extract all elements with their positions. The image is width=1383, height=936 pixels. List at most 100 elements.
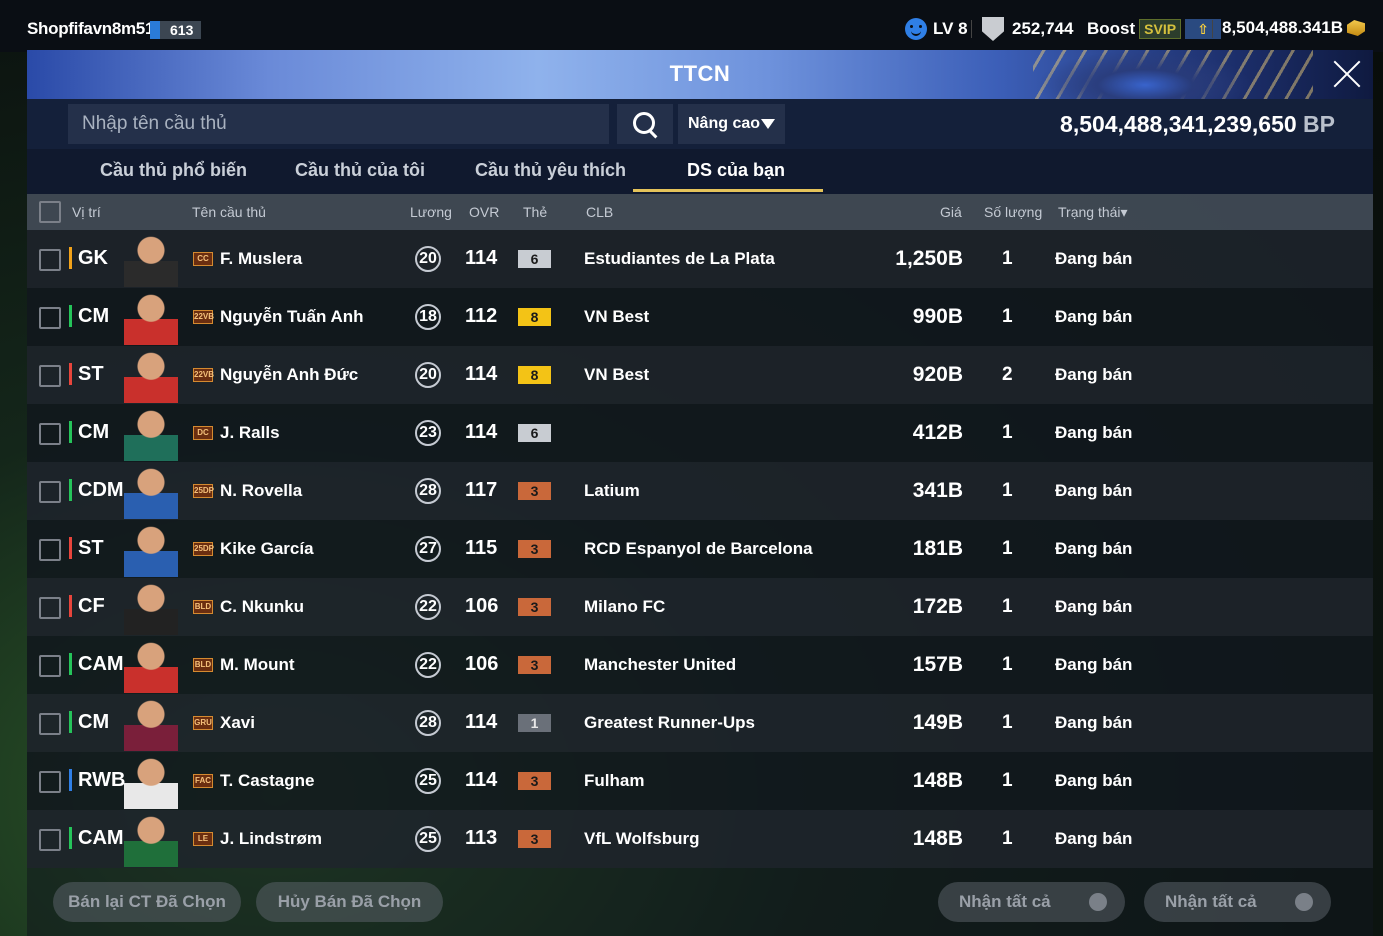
user-badge: 613 bbox=[150, 21, 202, 39]
player-ovr: 106 bbox=[465, 595, 499, 617]
tab-my-players[interactable]: Cầu thủ của tôi bbox=[295, 160, 425, 181]
player-avatar bbox=[124, 639, 178, 693]
player-name: Xavi bbox=[220, 713, 255, 732]
close-icon[interactable] bbox=[1331, 58, 1363, 90]
row-checkbox[interactable] bbox=[39, 771, 61, 793]
table-row[interactable]: CM 22VB Nguyễn Tuấn Anh 18 112 8 VN Best… bbox=[27, 288, 1373, 346]
col-ovr[interactable]: OVR bbox=[469, 204, 499, 220]
row-checkbox[interactable] bbox=[39, 829, 61, 851]
select-all-checkbox[interactable] bbox=[39, 201, 61, 223]
table-row[interactable]: CAM BLD M. Mount 22 106 3 Manchester Uni… bbox=[27, 636, 1373, 694]
row-checkbox[interactable] bbox=[39, 423, 61, 445]
player-price: 172B bbox=[912, 595, 963, 618]
col-quantity[interactable]: Số lượng bbox=[984, 204, 1042, 220]
player-name: Nguyễn Anh Đức bbox=[220, 365, 359, 384]
player-avatar bbox=[124, 755, 178, 809]
table-row[interactable]: CDM 25DP N. Rovella 28 117 3 Latium 341B… bbox=[27, 462, 1373, 520]
table-row[interactable]: GK CC F. Muslera 20 114 6 Estudiantes de… bbox=[27, 230, 1373, 288]
col-status[interactable]: Trạng thái▾ bbox=[1058, 204, 1128, 221]
player-position: CM bbox=[69, 305, 109, 327]
row-checkbox[interactable] bbox=[39, 597, 61, 619]
table-row[interactable]: CF BLD C. Nkunku 22 106 3 Milano FC 172B… bbox=[27, 578, 1373, 636]
season-badge: 25DP bbox=[193, 542, 214, 556]
player-quantity: 2 bbox=[1002, 364, 1013, 385]
col-price[interactable]: Giá bbox=[940, 204, 962, 220]
season-badge: GRU bbox=[193, 716, 213, 730]
player-name: J. Ralls bbox=[220, 423, 280, 442]
table-row[interactable]: ST 25DP Kike García 27 115 3 RCD Espanyo… bbox=[27, 520, 1373, 578]
bp-unit: BP bbox=[1303, 111, 1335, 137]
player-position: CM bbox=[69, 711, 109, 733]
player-name: Nguyễn Tuấn Anh bbox=[220, 307, 364, 326]
player-position: CDM bbox=[69, 479, 124, 501]
advanced-filter-dropdown[interactable]: Nâng cao bbox=[678, 104, 785, 144]
player-price: 412B bbox=[912, 421, 963, 444]
bp-balance-amount: 8,504,488.341B bbox=[1222, 18, 1343, 37]
tab-favorite-players[interactable]: Cầu thủ yêu thích bbox=[475, 160, 626, 181]
claim-all-button[interactable]: Nhận tất cả bbox=[938, 882, 1125, 922]
table-row[interactable]: CAM LE J. Lindstrøm 25 113 3 VfL Wolfsbu… bbox=[27, 810, 1373, 868]
table-row[interactable]: CM DC J. Ralls 23 114 6 412B 1 Đang bán bbox=[27, 404, 1373, 462]
player-quantity: 1 bbox=[1002, 538, 1013, 559]
listing-status: Đang bán bbox=[1055, 655, 1133, 674]
player-name: F. Muslera bbox=[220, 249, 303, 268]
row-checkbox[interactable] bbox=[39, 713, 61, 735]
table-row[interactable]: ST 22VB Nguyễn Anh Đức 20 114 8 VN Best … bbox=[27, 346, 1373, 404]
status-bar: Shopfifavn8m51 613 LV 8 252,744 Boost SV… bbox=[0, 0, 1383, 52]
player-club: Greatest Runner-Ups bbox=[584, 713, 755, 732]
row-checkbox[interactable] bbox=[39, 307, 61, 329]
level-display: LV 8 bbox=[905, 18, 968, 40]
claim-all-bp-button[interactable]: Nhận tất cả bbox=[1144, 882, 1331, 922]
player-list: GK CC F. Muslera 20 114 6 Estudiantes de… bbox=[27, 230, 1373, 868]
bp-total-amount: 8,504,488,341,239,650 bbox=[1060, 111, 1297, 137]
season-badge: BLD bbox=[193, 658, 213, 672]
player-quantity: 1 bbox=[1002, 712, 1013, 733]
gold-bars-icon bbox=[1347, 20, 1365, 36]
player-price: 181B bbox=[912, 537, 963, 560]
cancel-selected-button[interactable]: Hủy Bán Đã Chọn bbox=[256, 882, 443, 922]
col-club[interactable]: CLB bbox=[586, 204, 613, 220]
listing-status: Đang bán bbox=[1055, 249, 1133, 268]
player-position: ST bbox=[69, 363, 104, 385]
player-club: VfL Wolfsburg bbox=[584, 829, 700, 848]
player-avatar bbox=[124, 233, 178, 287]
col-upgrade[interactable]: Thẻ bbox=[523, 204, 547, 220]
player-position: CAM bbox=[69, 827, 124, 849]
row-checkbox[interactable] bbox=[39, 539, 61, 561]
table-row[interactable]: RWB FAC T. Castagne 25 114 3 Fulham 148B… bbox=[27, 752, 1373, 810]
listing-status: Đang bán bbox=[1055, 539, 1133, 558]
divider bbox=[971, 20, 972, 38]
player-price: 149B bbox=[912, 711, 963, 734]
col-position[interactable]: Vị trí bbox=[72, 204, 101, 220]
arrow-up-icon: ⇧ bbox=[1185, 19, 1222, 39]
col-salary[interactable]: Lương bbox=[410, 204, 452, 220]
player-position: RWB bbox=[69, 769, 125, 791]
player-ovr: 114 bbox=[465, 421, 498, 443]
player-quantity: 1 bbox=[1002, 654, 1013, 675]
row-checkbox[interactable] bbox=[39, 655, 61, 677]
row-checkbox[interactable] bbox=[39, 249, 61, 271]
row-checkbox[interactable] bbox=[39, 365, 61, 387]
upgrade-badge: 3 bbox=[518, 656, 551, 674]
player-salary: 20 bbox=[415, 362, 441, 388]
player-quantity: 1 bbox=[1002, 596, 1013, 617]
row-checkbox[interactable] bbox=[39, 481, 61, 503]
boost-display[interactable]: Boost SVIP ⇧ bbox=[1087, 19, 1222, 39]
player-salary: 20 bbox=[415, 246, 441, 272]
col-name[interactable]: Tên cầu thủ bbox=[192, 204, 266, 220]
upgrade-badge: 6 bbox=[518, 424, 551, 442]
season-badge: 22VB bbox=[193, 310, 214, 324]
search-icon[interactable] bbox=[617, 104, 673, 144]
tab-your-list[interactable]: DS của bạn bbox=[687, 160, 785, 181]
player-ovr: 106 bbox=[465, 653, 499, 675]
table-row[interactable]: CM GRU Xavi 28 114 1 Greatest Runner-Ups… bbox=[27, 694, 1373, 752]
shield-icon bbox=[982, 17, 1004, 41]
search-input[interactable] bbox=[68, 104, 609, 144]
upgrade-badge: 8 bbox=[518, 366, 551, 384]
player-quantity: 1 bbox=[1002, 770, 1013, 791]
tab-popular-players[interactable]: Cầu thủ phổ biến bbox=[100, 160, 247, 181]
listing-status: Đang bán bbox=[1055, 365, 1133, 384]
resell-selected-button[interactable]: Bán lại CT Đã Chọn bbox=[53, 882, 241, 922]
upgrade-badge: 3 bbox=[518, 540, 551, 558]
player-club: Estudiantes de La Plata bbox=[584, 249, 775, 268]
